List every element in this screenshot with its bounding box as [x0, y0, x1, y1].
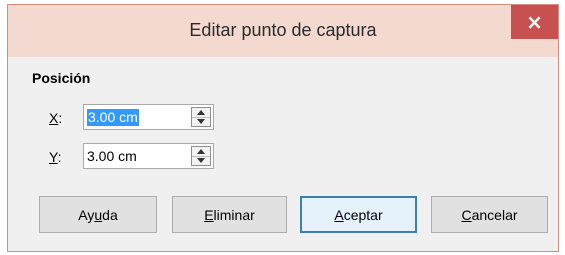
cancel-button[interactable]: Cancelar	[431, 196, 548, 233]
help-label-a: Ay	[78, 206, 95, 223]
ok-label-mnemonic: A	[334, 206, 344, 223]
spin-up-arrow-icon	[197, 149, 205, 154]
dialog-window: Editar punto de captura × Posición X: 3.…	[7, 4, 559, 252]
help-label-b: da	[102, 206, 118, 223]
section-label-position: Posición	[32, 70, 91, 86]
x-label: X:	[49, 110, 62, 126]
delete-button[interactable]: Eliminar	[172, 196, 287, 233]
x-spin-buttons	[191, 107, 211, 127]
y-spin-field[interactable]: 3.00 cm	[83, 143, 214, 169]
close-icon: ×	[526, 10, 543, 34]
y-spin-down-button[interactable]	[192, 156, 210, 165]
ok-label-rest: ceptar	[343, 206, 383, 223]
delete-label-rest: liminar	[213, 206, 255, 223]
x-spin-down-button[interactable]	[192, 117, 210, 126]
help-button[interactable]: Ay u da	[39, 196, 157, 233]
title-bar: Editar punto de captura ×	[8, 5, 558, 57]
x-input-value[interactable]: 3.00 cm	[87, 109, 139, 126]
x-label-mnemonic: X	[49, 110, 59, 126]
y-input-value[interactable]: 3.00 cm	[87, 148, 137, 165]
x-label-colon: :	[58, 110, 63, 126]
cancel-label-mnemonic: C	[461, 206, 472, 223]
dialog-body: Posición X: 3.00 cm Y: 3.00 cm Ay u da E…	[8, 57, 558, 251]
y-spin-buttons	[191, 146, 211, 166]
dialog-title: Editar punto de captura	[189, 20, 377, 40]
help-label-mnemonic: u	[94, 206, 103, 223]
y-label-colon: :	[57, 149, 62, 165]
y-label-mnemonic: Y	[49, 149, 58, 165]
spin-up-arrow-icon	[197, 110, 205, 115]
spin-down-arrow-icon	[197, 158, 205, 163]
spin-down-arrow-icon	[197, 119, 205, 124]
cancel-label-rest: ancelar	[471, 206, 518, 223]
delete-label-mnemonic: E	[204, 206, 214, 223]
y-label: Y:	[49, 149, 61, 165]
close-button[interactable]: ×	[511, 5, 558, 39]
ok-button[interactable]: Aceptar	[300, 196, 417, 233]
x-spin-field[interactable]: 3.00 cm	[83, 104, 214, 130]
